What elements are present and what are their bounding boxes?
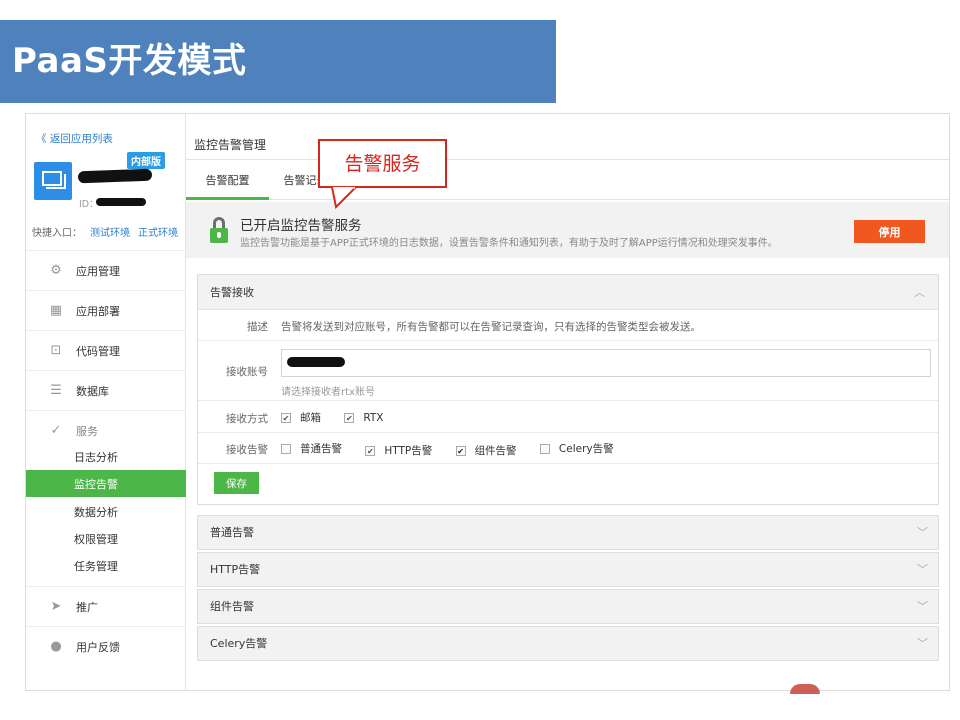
main-content: 监控告警管理 告警配置 告警记录 告警统计 已开启监控告警服务 监控告警功能是基…	[186, 114, 949, 690]
decorative-logo-fragment	[790, 684, 820, 694]
app-id-redacted	[96, 198, 146, 206]
checkbox-label: Celery告警	[558, 443, 614, 455]
type-http-checkbox[interactable]: ✔ HTTP告警	[365, 443, 432, 458]
checkbox-label: 邮箱	[300, 412, 321, 424]
status-title: 已开启监控告警服务	[240, 218, 362, 234]
type-celery-checkbox[interactable]: Celery告警	[539, 441, 614, 456]
account-value-redacted	[287, 357, 345, 367]
terminal-icon: ⊡	[50, 343, 62, 358]
checkbox-label: 组件告警	[474, 445, 517, 457]
chevron-down-icon: ﹀	[917, 563, 928, 576]
account-hint: 请选择接收者rtx账号	[281, 387, 375, 398]
tab-bar: 告警配置 告警记录 告警统计	[186, 160, 949, 200]
internal-edition-badge: 内部版	[127, 152, 165, 169]
status-description: 监控告警功能是基于APP正式环境的日志数据，设置告警条件和通知列表，有助于及时了…	[240, 238, 778, 249]
panel-title: 组件告警	[210, 600, 254, 613]
celery-alert-panel[interactable]: Celery告警 ﹀	[197, 626, 939, 661]
save-row: 保存	[198, 464, 938, 504]
description-label: 描述	[247, 321, 268, 333]
panel-title: 告警接收	[210, 286, 254, 299]
method-row: 接收方式 ✔ 邮箱 ✔ RTX	[198, 401, 938, 433]
checkbox-icon	[281, 443, 291, 454]
grid-icon: ▦	[49, 303, 63, 318]
app-screenshot: 《 返回应用列表 内部版 ID： 快捷入口： 测试环境 正式环境 ⚙ 应用管理 ▦ 应用…	[25, 113, 950, 691]
description-text: 告警将发送到对应账号，所有告警都可以在告警记录查询，只有选择的告警类型会被发送。	[281, 321, 701, 333]
gear-icon: ⚙	[50, 263, 62, 278]
callout-tail-icon	[330, 187, 358, 209]
alert-receive-panel: 告警接收 ︿ 描述 告警将发送到对应账号，所有告警都可以在告警记录查询，只有选择…	[197, 274, 939, 505]
sidebar-subitem-task[interactable]: 任务管理	[26, 552, 186, 579]
checkbox-icon: ✔	[281, 412, 291, 423]
slide-title: PaaS开发模式	[0, 20, 556, 103]
panel-title: HTTP告警	[210, 563, 261, 576]
method-label: 接收方式	[226, 413, 268, 425]
type-normal-checkbox[interactable]: 普通告警	[281, 441, 342, 456]
account-input[interactable]	[281, 349, 931, 377]
type-options: 普通告警 ✔ HTTP告警 ✔ 组件告警 Celery告警	[281, 441, 634, 458]
service-status-bar: 已开启监控告警服务 监控告警功能是基于APP正式环境的日志数据，设置告警条件和通…	[186, 202, 949, 258]
panel-title: 普通告警	[210, 526, 254, 539]
sidebar-subitem-data-analysis[interactable]: 数据分析	[26, 498, 186, 525]
method-options: ✔ 邮箱 ✔ RTX	[281, 410, 403, 425]
sidebar-item-code-management[interactable]: ⊡ 代码管理	[26, 330, 186, 370]
app-icon	[34, 162, 72, 200]
sidebar-item-feedback[interactable]: ● 用户反馈	[26, 626, 186, 666]
quick-entry-label: 快捷入口：	[32, 228, 82, 239]
method-rtx-checkbox[interactable]: ✔ RTX	[344, 412, 383, 424]
sidebar-item-label: 推广	[76, 600, 98, 614]
sidebar-item-promotion[interactable]: ➤ 推广	[26, 586, 186, 626]
checkbox-icon: ✔	[344, 412, 355, 423]
prod-env-link[interactable]: 正式环境	[138, 228, 178, 239]
types-label: 接收告警	[226, 444, 268, 456]
disable-button[interactable]: 停用	[854, 220, 925, 243]
sidebar-item-label: 应用部署	[76, 304, 120, 318]
checkbox-label: RTX	[363, 411, 384, 424]
send-icon: ➤	[50, 599, 62, 614]
sidebar-item-app-management[interactable]: ⚙ 应用管理	[26, 250, 186, 290]
http-alert-panel[interactable]: HTTP告警 ﹀	[197, 552, 939, 587]
checkbox-label: HTTP告警	[384, 445, 433, 457]
sidebar-item-label: 服务	[76, 424, 98, 438]
method-email-checkbox[interactable]: ✔ 邮箱	[281, 410, 321, 425]
page-title: 监控告警管理	[186, 114, 949, 160]
annotation-callout: 告警服务	[318, 139, 447, 188]
types-row: 接收告警 普通告警 ✔ HTTP告警 ✔ 组件告警 Celery告警	[198, 433, 938, 464]
check-circle-icon: ✓	[50, 423, 62, 438]
test-env-link[interactable]: 测试环境	[90, 228, 130, 239]
sidebar: 《 返回应用列表 内部版 ID： 快捷入口： 测试环境 正式环境 ⚙ 应用管理 ▦ 应用…	[26, 114, 186, 690]
sidebar-item-label: 代码管理	[76, 344, 120, 358]
panel-header[interactable]: 告警接收 ︿	[198, 275, 938, 310]
sidebar-item-label: 应用管理	[76, 264, 120, 278]
checkbox-icon	[539, 443, 550, 454]
type-component-checkbox[interactable]: ✔ 组件告警	[455, 443, 517, 458]
app-name-redacted	[77, 168, 153, 184]
sidebar-subitem-log-analysis[interactable]: 日志分析	[26, 443, 186, 470]
component-alert-panel[interactable]: 组件告警 ﹀	[197, 589, 939, 624]
panel-title: Celery告警	[210, 637, 268, 650]
user-icon: ●	[50, 639, 62, 654]
back-to-app-list-link[interactable]: 《 返回应用列表	[36, 131, 113, 146]
database-icon: ☰	[50, 383, 62, 398]
quick-entry: 快捷入口： 测试环境 正式环境	[32, 224, 178, 239]
chevron-down-icon: ﹀	[917, 600, 928, 613]
account-row: 接收账号 请选择接收者rtx账号	[198, 341, 938, 401]
chevron-down-icon: ﹀	[917, 637, 928, 650]
sidebar-subitem-permission[interactable]: 权限管理	[26, 525, 186, 552]
checkbox-label: 普通告警	[300, 443, 342, 455]
checkbox-icon: ✔	[455, 445, 466, 456]
sidebar-item-app-deploy[interactable]: ▦ 应用部署	[26, 290, 186, 330]
description-row: 描述 告警将发送到对应账号，所有告警都可以在告警记录查询，只有选择的告警类型会被…	[198, 310, 938, 341]
lock-icon	[210, 217, 228, 243]
normal-alert-panel[interactable]: 普通告警 ﹀	[197, 515, 939, 550]
account-label: 接收账号	[226, 366, 268, 378]
tab-alert-config[interactable]: 告警配置	[186, 160, 269, 200]
sidebar-item-label: 用户反馈	[76, 640, 120, 654]
checkbox-icon: ✔	[365, 445, 376, 456]
save-button[interactable]: 保存	[214, 472, 259, 494]
sidebar-item-label: 数据库	[76, 384, 109, 398]
chevron-up-icon: ︿	[914, 286, 925, 299]
sidebar-item-database[interactable]: ☰ 数据库	[26, 370, 186, 410]
sidebar-subitem-monitor-alert[interactable]: 监控告警	[26, 470, 186, 497]
chevron-down-icon: ﹀	[917, 526, 928, 539]
